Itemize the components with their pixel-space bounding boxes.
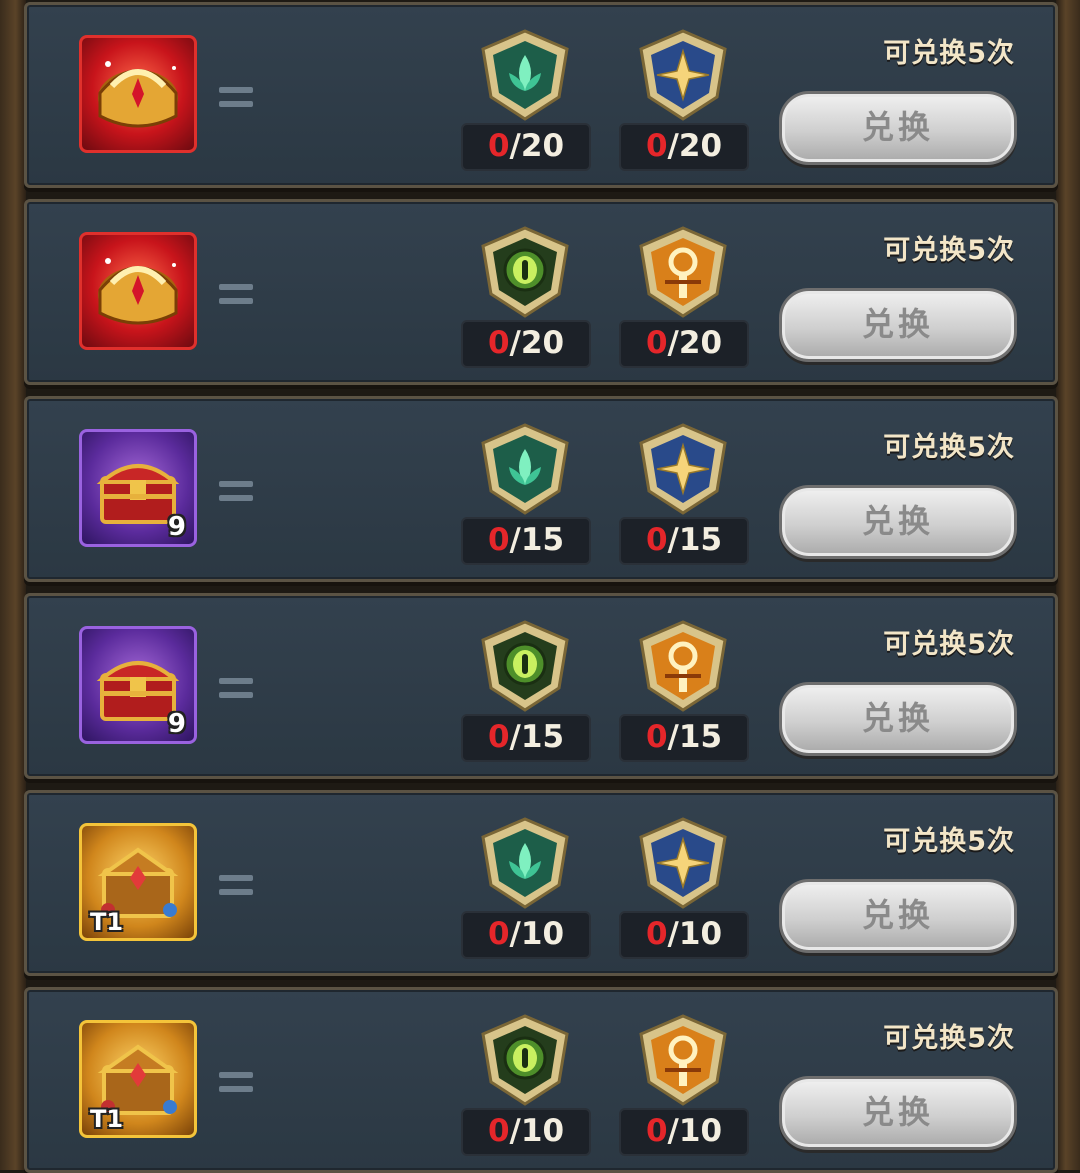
item-badge: T1 bbox=[90, 1105, 124, 1133]
exchange-row: 0/20 0/20 可兑换5次 兑换 bbox=[24, 199, 1058, 385]
exchange-row: 9 0/15 0/15 可兑换5次 兑换 bbox=[24, 396, 1058, 582]
material-count: 0/10 bbox=[461, 911, 591, 959]
exchange-button[interactable]: 兑换 bbox=[779, 1076, 1017, 1150]
exchange-row: 9 0/15 0/15 可兑换5次 兑换 bbox=[24, 593, 1058, 779]
material-count: 0/10 bbox=[461, 1108, 591, 1156]
material-slot-2[interactable]: 0/10 bbox=[619, 815, 749, 965]
exchange-limit-text: 可兑换5次 bbox=[883, 629, 1015, 660]
exchange-button[interactable]: 兑换 bbox=[779, 879, 1017, 953]
material-slot-2[interactable]: 0/20 bbox=[619, 27, 749, 177]
exchange-button[interactable]: 兑换 bbox=[779, 288, 1017, 362]
exchange-row: T1 0/10 0/10 可兑换5次 兑换 bbox=[24, 790, 1058, 976]
material-count: 0/20 bbox=[619, 123, 749, 171]
material-count: 0/10 bbox=[619, 1108, 749, 1156]
item-badge: 9 bbox=[167, 709, 186, 739]
red-treasure-chest-icon[interactable] bbox=[79, 232, 197, 350]
gold-treasure-chest-icon[interactable]: T1 bbox=[79, 1020, 197, 1138]
material-count: 0/15 bbox=[619, 714, 749, 762]
material-slot-2[interactable]: 0/15 bbox=[619, 618, 749, 768]
material-count: 0/15 bbox=[461, 714, 591, 762]
exchange-button[interactable]: 兑换 bbox=[779, 91, 1017, 165]
material-count: 0/15 bbox=[619, 517, 749, 565]
exchange-limit-text: 可兑换5次 bbox=[883, 235, 1015, 266]
material-count: 0/20 bbox=[619, 320, 749, 368]
equals-icon bbox=[219, 1070, 253, 1096]
material-slot-1[interactable]: 0/10 bbox=[461, 1012, 591, 1162]
red-treasure-chest-icon[interactable] bbox=[79, 35, 197, 153]
material-slot-1[interactable]: 0/10 bbox=[461, 815, 591, 965]
purple-treasure-chest-icon[interactable]: 9 bbox=[79, 626, 197, 744]
equals-icon bbox=[219, 479, 253, 505]
exchange-limit-text: 可兑换5次 bbox=[883, 826, 1015, 857]
exchange-button[interactable]: 兑换 bbox=[779, 485, 1017, 559]
equals-icon bbox=[219, 676, 253, 702]
exchange-row: 0/20 0/20 可兑换5次 兑换 bbox=[24, 2, 1058, 188]
right-frame bbox=[1056, 0, 1080, 1170]
material-slot-2[interactable]: 0/10 bbox=[619, 1012, 749, 1162]
exchange-button[interactable]: 兑换 bbox=[779, 682, 1017, 756]
equals-icon bbox=[219, 873, 253, 899]
exchange-limit-text: 可兑换5次 bbox=[883, 1023, 1015, 1054]
material-count: 0/20 bbox=[461, 320, 591, 368]
material-slot-1[interactable]: 0/15 bbox=[461, 618, 591, 768]
exchange-limit-text: 可兑换5次 bbox=[883, 432, 1015, 463]
exchange-limit-text: 可兑换5次 bbox=[883, 38, 1015, 69]
item-badge: T1 bbox=[90, 908, 124, 936]
material-slot-2[interactable]: 0/20 bbox=[619, 224, 749, 374]
equals-icon bbox=[219, 282, 253, 308]
purple-treasure-chest-icon[interactable]: 9 bbox=[79, 429, 197, 547]
material-count: 0/15 bbox=[461, 517, 591, 565]
material-count: 0/20 bbox=[461, 123, 591, 171]
item-badge: 9 bbox=[167, 512, 186, 542]
material-slot-1[interactable]: 0/20 bbox=[461, 224, 591, 374]
material-slot-1[interactable]: 0/20 bbox=[461, 27, 591, 177]
equals-icon bbox=[219, 85, 253, 111]
gold-treasure-chest-icon[interactable]: T1 bbox=[79, 823, 197, 941]
exchange-row: T1 0/10 0/10 可兑换5次 兑换 bbox=[24, 987, 1058, 1173]
material-slot-2[interactable]: 0/15 bbox=[619, 421, 749, 571]
material-slot-1[interactable]: 0/15 bbox=[461, 421, 591, 571]
left-frame bbox=[0, 0, 26, 1170]
material-count: 0/10 bbox=[619, 911, 749, 959]
